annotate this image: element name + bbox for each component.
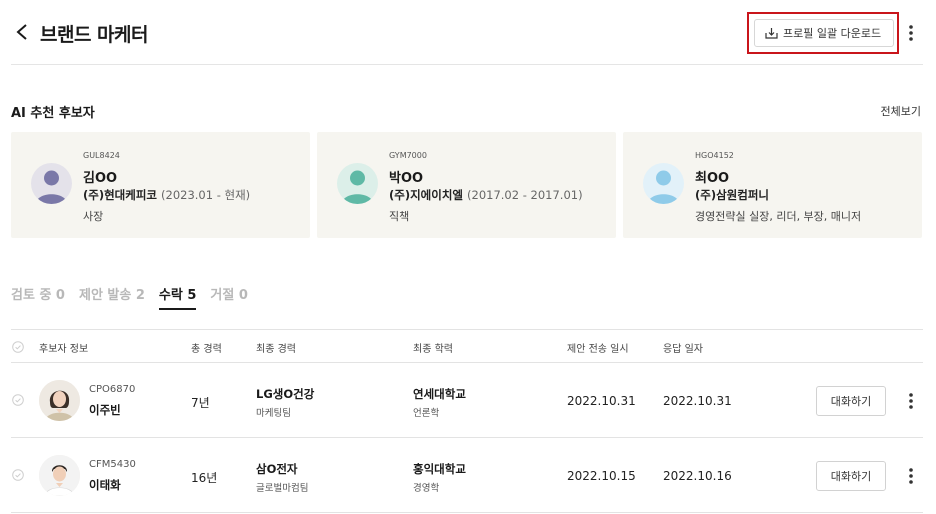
candidate-company: (주)현대케피코 (2023.01 - 현재) — [83, 187, 250, 203]
tab-rejected[interactable]: 거절 0 — [210, 284, 248, 310]
candidate-code: GUL8424 — [83, 151, 120, 160]
row-divider — [11, 512, 923, 513]
candidate-name: 최OO — [695, 171, 730, 186]
header-sent-date: 제안 전송 일시 — [567, 344, 629, 355]
total-career: 16년 — [191, 471, 218, 485]
table-top-divider — [11, 329, 923, 330]
candidate-name: 박OO — [389, 171, 424, 186]
view-all-link[interactable]: 전체보기 — [881, 103, 921, 119]
header-divider — [11, 64, 923, 65]
candidate-photo — [39, 380, 80, 421]
status-tabs: 검토 중 0 제안 발송 2 수락 5 거절 0 — [11, 284, 262, 310]
download-icon — [765, 28, 778, 39]
header-last-job: 최종 경력 — [256, 344, 296, 355]
candidate-role: 직책 — [389, 210, 410, 223]
employment-period: (2023.01 - 현재) — [161, 188, 251, 202]
more-vertical-icon[interactable] — [903, 390, 919, 412]
more-vertical-icon[interactable] — [902, 22, 920, 44]
candidate-code: CPO6870 — [89, 384, 136, 395]
download-profiles-button[interactable]: 프로필 일괄 다운로드 — [754, 19, 894, 47]
person-icon — [31, 163, 72, 204]
major: 언론학 — [413, 408, 440, 419]
person-icon — [337, 163, 378, 204]
candidate-code: GYM7000 — [389, 151, 427, 160]
table-row[interactable]: CPO6870 이주빈 7년 LG생O건강 마케팅팀 연세대학교 언론학 202… — [0, 363, 936, 438]
more-vertical-icon[interactable] — [903, 465, 919, 487]
check-circle-icon[interactable] — [12, 394, 24, 406]
tab-offer-sent[interactable]: 제안 발송 2 — [79, 284, 145, 310]
candidate-company: (주)삼원컴퍼니 — [695, 187, 769, 203]
company-name: (주)삼원컴퍼니 — [695, 188, 769, 202]
candidate-name: 이태화 — [89, 478, 121, 492]
download-label: 프로필 일괄 다운로드 — [783, 27, 882, 40]
school: 홍익대학교 — [413, 462, 466, 476]
ai-candidate-card[interactable]: HGO4152 최OO (주)삼원컴퍼니 경영전략실 실장, 리더, 부장, 매… — [623, 132, 922, 238]
table-row[interactable]: CFM5430 이태화 16년 삼O전자 글로벌마컴팀 홍익대학교 경영학 20… — [0, 438, 936, 513]
company-name: (주)현대케피코 — [83, 188, 157, 202]
offer-sent-date: 2022.10.15 — [567, 469, 636, 483]
offer-sent-date: 2022.10.31 — [567, 394, 636, 408]
ai-candidate-card[interactable]: GUL8424 김OO (주)현대케피코 (2023.01 - 현재) 사장 — [11, 132, 310, 238]
school: 연세대학교 — [413, 387, 466, 401]
candidate-code: HGO4152 — [695, 151, 734, 160]
check-circle-icon[interactable] — [12, 469, 24, 481]
reply-date: 2022.10.16 — [663, 469, 732, 483]
ai-candidate-card[interactable]: GYM7000 박OO (주)지에이치엘 (2017.02 - 2017.01)… — [317, 132, 616, 238]
header-education: 최종 학력 — [413, 344, 453, 355]
candidate-role: 사장 — [83, 210, 104, 223]
candidate-name: 김OO — [83, 171, 118, 186]
last-department: 마케팅팀 — [256, 408, 291, 419]
total-career: 7년 — [191, 396, 210, 410]
chat-button[interactable]: 대화하기 — [816, 386, 886, 416]
last-company: LG생O건강 — [256, 387, 315, 401]
candidate-photo — [39, 455, 80, 496]
check-circle-icon[interactable] — [12, 341, 24, 353]
candidate-role: 경영전략실 실장, 리더, 부장, 매니저 — [695, 210, 862, 223]
candidate-company: (주)지에이치엘 (2017.02 - 2017.01) — [389, 187, 583, 203]
tab-accepted[interactable]: 수락 5 — [158, 284, 197, 310]
candidate-name: 이주빈 — [89, 403, 121, 417]
last-company: 삼O전자 — [256, 462, 298, 476]
back-arrow-icon[interactable] — [12, 20, 34, 44]
person-icon — [643, 163, 684, 204]
major: 경영학 — [413, 483, 440, 494]
ai-section-title: AI 추천 후보자 — [11, 106, 95, 121]
reply-date: 2022.10.31 — [663, 394, 732, 408]
page-header: 브랜드 마케터 프로필 일괄 다운로드 — [0, 0, 936, 64]
header-reply-date: 응답 일자 — [663, 344, 703, 355]
page-title: 브랜드 마케터 — [40, 24, 149, 46]
candidate-code: CFM5430 — [89, 459, 136, 470]
header-candidate: 후보자 정보 — [39, 344, 89, 355]
chat-button[interactable]: 대화하기 — [816, 461, 886, 491]
tab-reviewing[interactable]: 검토 중 0 — [11, 284, 65, 310]
employment-period: (2017.02 - 2017.01) — [467, 188, 583, 202]
header-career: 총 경력 — [191, 344, 222, 355]
last-department: 글로벌마컴팀 — [256, 483, 309, 494]
company-name: (주)지에이치엘 — [389, 188, 463, 202]
